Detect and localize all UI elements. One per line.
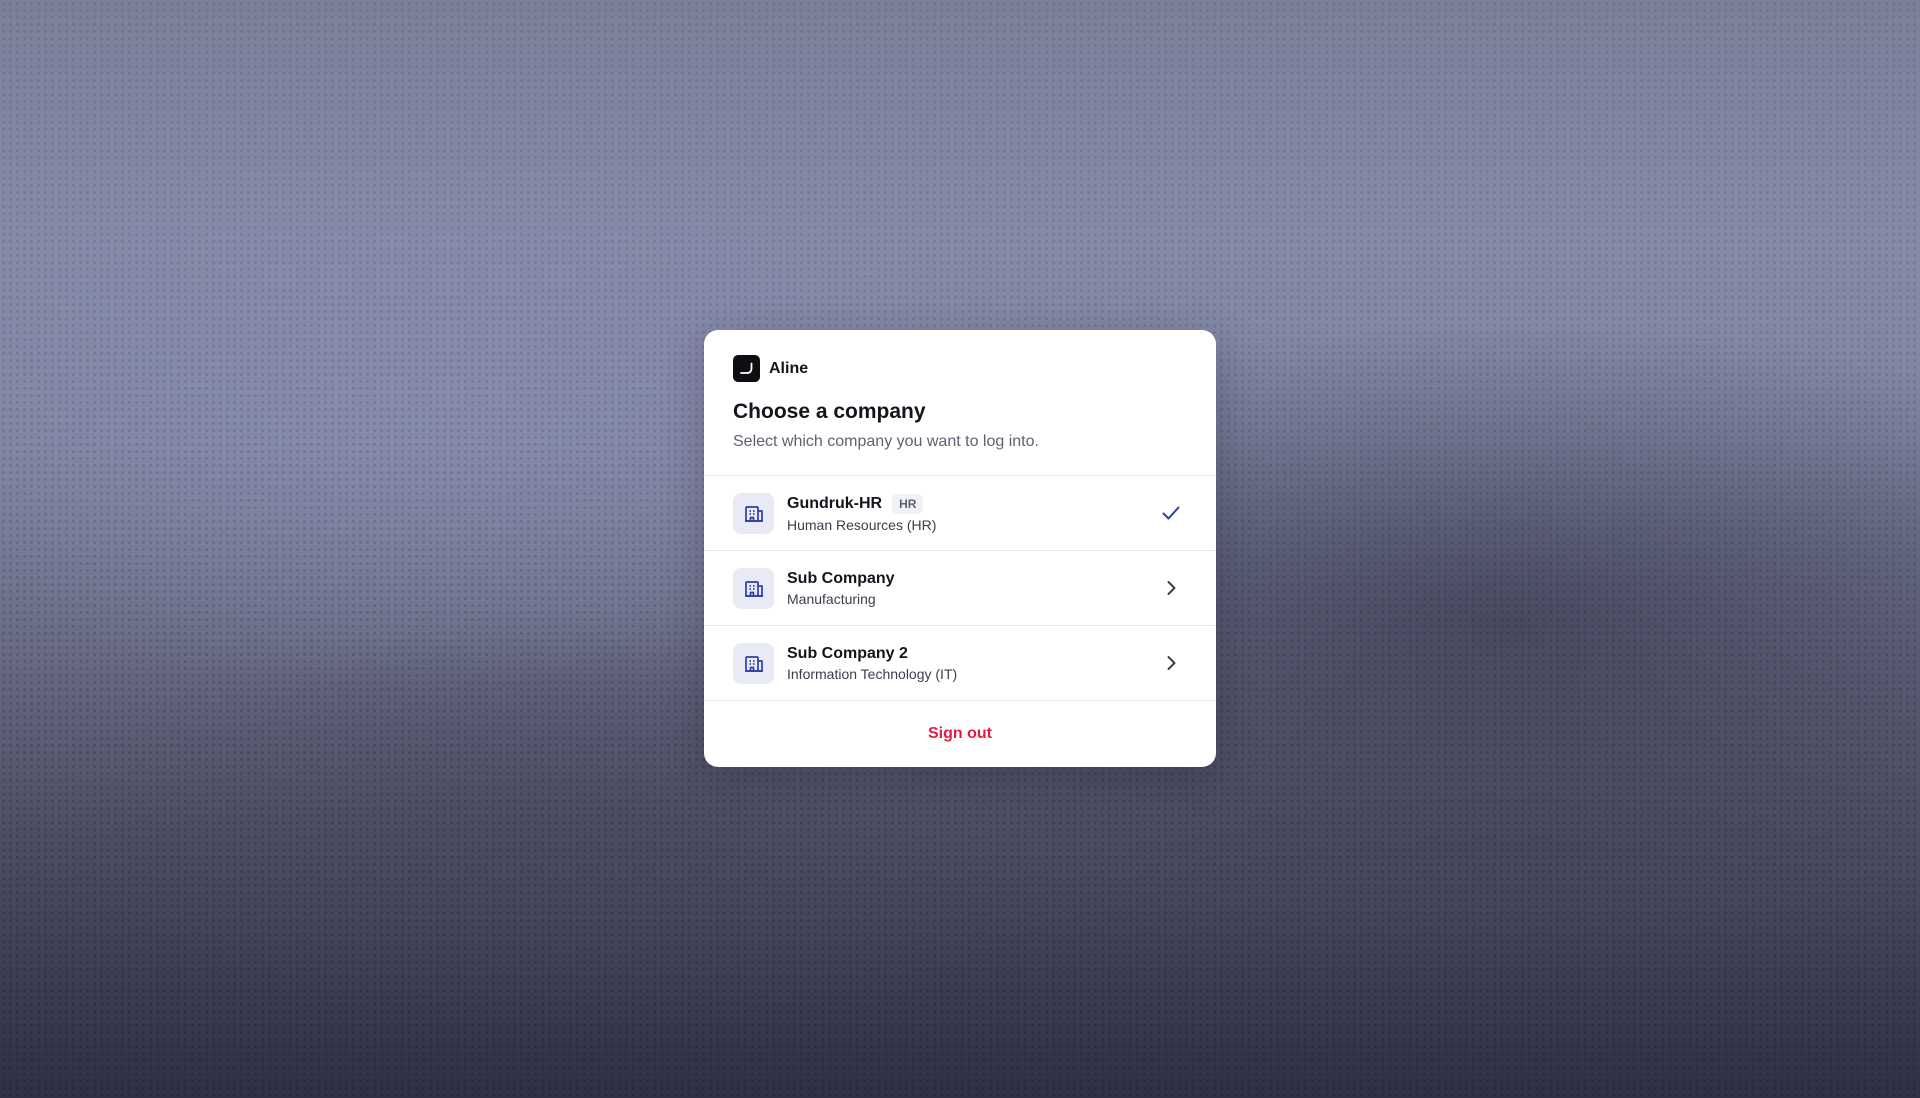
company-department: Manufacturing [787, 590, 876, 607]
brand-name: Aline [769, 359, 809, 377]
company-option-gundruk-hr[interactable]: Gundruk-HR HR Human Resources (HR) [704, 476, 1216, 551]
building-icon [733, 492, 774, 534]
company-name: Sub Company 2 [787, 644, 908, 662]
building-icon [733, 567, 774, 609]
chevron-right-icon [1159, 651, 1183, 675]
company-name: Gundruk-HR [787, 494, 883, 512]
company-option-sub-company-2[interactable]: Sub Company 2 Information Technology (IT… [704, 626, 1216, 701]
aline-logo-icon [733, 355, 760, 382]
company-select-dialog: Aline Choose a company Select which comp… [704, 330, 1216, 767]
company-department: Information Technology (IT) [787, 665, 958, 682]
company-option-sub-company[interactable]: Sub Company Manufacturing [704, 551, 1216, 626]
company-badge: HR [892, 493, 924, 514]
chevron-right-icon [1159, 576, 1183, 600]
dialog-footer: Sign out [704, 701, 1216, 767]
check-icon [1159, 501, 1183, 525]
company-info: Gundruk-HR HR Human Resources (HR) [787, 493, 1159, 533]
company-info: Sub Company Manufacturing [787, 570, 1159, 607]
brand: Aline [733, 355, 1187, 382]
company-department: Human Resources (HR) [787, 516, 937, 533]
dialog-subtitle: Select which company you want to log int… [733, 433, 1039, 450]
company-name: Sub Company [787, 569, 895, 587]
building-icon [733, 642, 774, 684]
sign-out-button[interactable]: Sign out [928, 725, 992, 743]
dialog-title: Choose a company [733, 400, 926, 423]
company-info: Sub Company 2 Information Technology (IT… [787, 645, 1159, 682]
dialog-header: Aline Choose a company Select which comp… [704, 330, 1216, 476]
